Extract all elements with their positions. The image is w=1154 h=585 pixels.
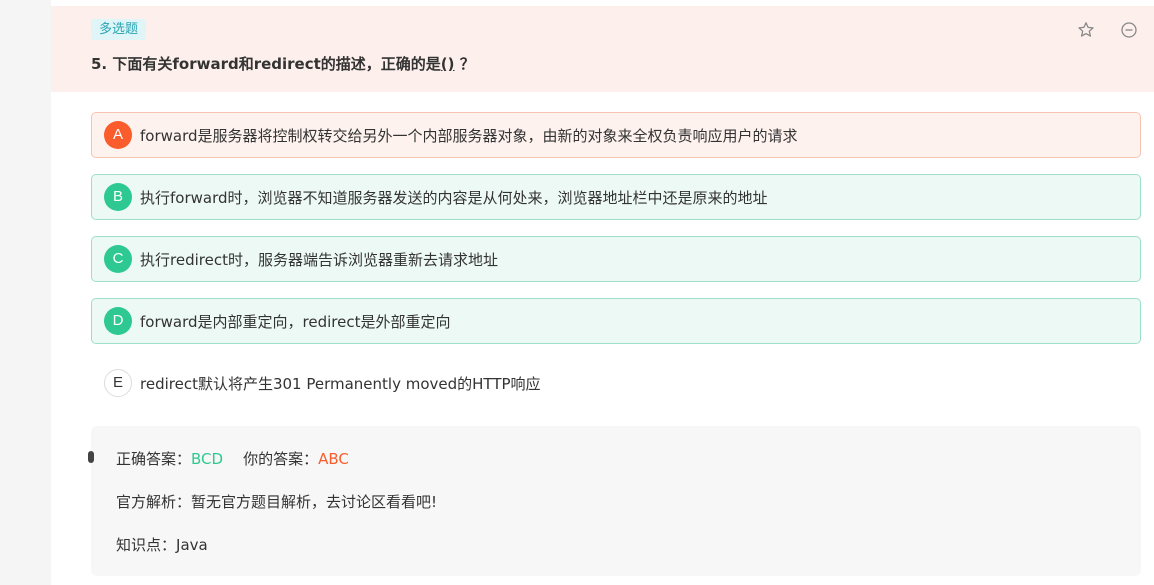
option-a[interactable]: A forward是服务器将控制权转交给另外一个内部服务器对象，由新的对象来全权… [91, 112, 1141, 158]
question-title: 5. 下面有关forward和redirect的描述，正确的是() ？ [91, 53, 475, 75]
option-c[interactable]: C 执行redirect时，服务器端告诉浏览器重新去请求地址 [91, 236, 1141, 282]
option-letter: D [104, 307, 132, 335]
analysis-text: 暂无官方题目解析，去讨论区看看吧! [191, 493, 438, 511]
option-d[interactable]: D forward是内部重定向，redirect是外部重定向 [91, 298, 1141, 344]
option-e[interactable]: E redirect默认将产生301 Permanently moved的HTT… [91, 360, 1141, 406]
answer-line: 正确答案：BCD 你的答案：ABC [116, 448, 349, 469]
answer-panel: 正确答案：BCD 你的答案：ABC 官方解析：暂无官方题目解析，去讨论区看看吧! … [88, 426, 1141, 576]
your-answer-label: 你的答案： [243, 450, 319, 468]
option-b[interactable]: B 执行forward时，浏览器不知道服务器发送的内容是从何处来，浏览器地址栏中… [91, 174, 1141, 220]
option-letter: C [104, 245, 132, 273]
question-title-end: ？ [454, 55, 475, 73]
knowledge-value[interactable]: Java [176, 536, 208, 554]
correct-answer-label: 正确答案： [116, 450, 192, 468]
option-letter: E [104, 369, 132, 397]
left-gutter [0, 0, 51, 585]
question-header: 多选题 5. 下面有关forward和redirect的描述，正确的是() ？ [51, 6, 1154, 92]
knowledge-line: 知识点：Java [116, 534, 208, 555]
option-text: redirect默认将产生301 Permanently moved的HTTP响… [140, 374, 541, 393]
option-letter: B [104, 183, 132, 211]
your-answer-value: ABC [318, 450, 349, 468]
star-icon[interactable] [1077, 21, 1095, 39]
knowledge-label: 知识点： [116, 536, 177, 554]
analysis-label: 官方解析： [116, 493, 192, 511]
option-letter: A [104, 121, 132, 149]
question-type-tag: 多选题 [91, 19, 147, 40]
option-text: forward是内部重定向，redirect是外部重定向 [140, 312, 451, 331]
question-blank: () [440, 55, 455, 73]
correct-answer-value: BCD [191, 450, 224, 468]
option-text: forward是服务器将控制权转交给另外一个内部服务器对象，由新的对象来全权负责… [140, 126, 798, 145]
option-text: 执行redirect时，服务器端告诉浏览器重新去请求地址 [140, 250, 498, 269]
analysis-line: 官方解析：暂无官方题目解析，去讨论区看看吧! [116, 491, 437, 512]
option-text: 执行forward时，浏览器不知道服务器发送的内容是从何处来，浏览器地址栏中还是… [140, 188, 768, 207]
question-title-text: 5. 下面有关forward和redirect的描述，正确的是 [91, 55, 441, 73]
collapse-icon[interactable] [1120, 21, 1138, 39]
answer-marker [88, 451, 94, 463]
